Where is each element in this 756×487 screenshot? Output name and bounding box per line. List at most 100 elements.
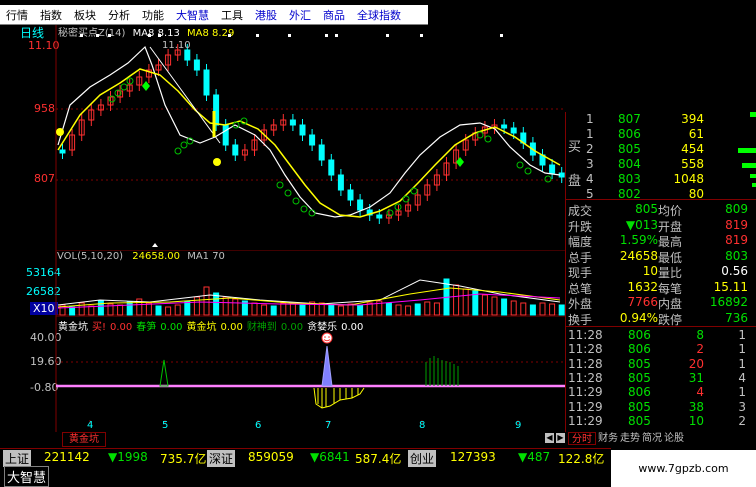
stat-value: 16892 <box>709 295 748 309</box>
watermark: www.7gpzb.com <box>611 450 756 487</box>
stat-label: 均价 <box>658 204 683 218</box>
tick-count: 1 <box>738 342 746 357</box>
tab-zoushi[interactable]: 走势 <box>620 432 640 445</box>
candle-body <box>510 127 517 134</box>
tick-count: 4 <box>738 370 746 385</box>
menu-item[interactable]: 港股 <box>249 7 283 23</box>
nav-arrows[interactable]: ◀ ▶ <box>545 433 565 444</box>
tick-time: 11:29 <box>568 385 603 400</box>
stats-row: 外盘 7766 内盘 16892 <box>566 295 756 311</box>
candle-body <box>309 134 316 146</box>
tick-row: 11:29 805 10 2 <box>566 414 756 428</box>
stat-label: 升跌 <box>568 219 593 234</box>
stat-value: 819 <box>725 233 748 247</box>
stat-value: 24658 <box>619 248 658 263</box>
candle-body <box>222 124 229 146</box>
stats-row: 换手 0.94% 跌停 736 <box>566 311 756 327</box>
smiley-icon <box>321 332 333 344</box>
tab-jiankuang[interactable]: 简况 <box>642 432 662 445</box>
menu-item[interactable]: 工具 <box>215 7 249 23</box>
volume-chart[interactable] <box>0 250 565 316</box>
order-book-row[interactable]: 2 805 454 <box>566 142 756 158</box>
nav-right-icon[interactable]: ▶ <box>556 433 565 443</box>
stat-label: 最低 <box>658 250 683 265</box>
menu-item[interactable]: 外汇 <box>283 7 317 23</box>
tick-price: 805 <box>628 356 651 371</box>
nav-left-icon[interactable]: ◀ <box>545 433 554 443</box>
tick-price: 805 <box>628 399 651 414</box>
volume-bar <box>385 302 392 316</box>
sz-amount: 587.4亿 <box>355 452 402 466</box>
stats-row: 现手 10 量比 0.56 <box>566 264 756 280</box>
tick-count: 1 <box>738 356 746 371</box>
sz-label[interactable]: 深证 <box>207 450 236 467</box>
tick-time: 11:29 <box>568 413 603 428</box>
tick-volume: 10 <box>688 413 704 428</box>
indicator-tab[interactable]: 黄金坑 <box>62 432 106 447</box>
menu-item[interactable]: 全球指数 <box>351 7 407 23</box>
candle-body <box>549 164 556 174</box>
menu-item[interactable]: 行情 <box>0 7 34 23</box>
tab-fenshi[interactable]: 分时 <box>568 432 596 445</box>
volume-bar <box>232 298 239 316</box>
volume-bar <box>539 302 546 316</box>
menu-item[interactable]: 板块 <box>68 7 102 23</box>
candle-body <box>289 119 296 126</box>
stat-value: ▼013 <box>625 217 658 232</box>
candle-body <box>347 189 354 201</box>
stat-label: 成交 <box>568 204 593 218</box>
menu-item[interactable]: 分析 <box>102 7 136 23</box>
cy-label[interactable]: 创业 <box>408 450 437 467</box>
candle-body <box>318 144 325 161</box>
menu-bar: 行情 指数 板块 分析 功能 大智慧 工具 港股 外汇 商品 全球指数 <box>0 5 428 24</box>
volume-bar <box>529 304 536 316</box>
menu-item[interactable]: 大智慧 <box>170 7 215 23</box>
sh-label[interactable]: 上证 <box>3 450 32 467</box>
tick-count: 2 <box>738 413 746 428</box>
volume-bar <box>549 303 556 316</box>
volume-bar <box>491 296 498 316</box>
menu-item[interactable]: 指数 <box>34 7 68 23</box>
tab-caiwu[interactable]: 财务 <box>598 432 618 445</box>
volume-bar <box>117 304 124 316</box>
bid-price: 804 <box>618 157 641 171</box>
volume-bar <box>347 303 354 316</box>
tick-time: 11:28 <box>568 356 603 371</box>
volume-bar <box>213 292 220 316</box>
order-book-row[interactable]: 5 802 80 <box>566 187 756 203</box>
tab-lungu[interactable]: 论股 <box>664 432 684 445</box>
candle-body <box>193 59 200 71</box>
yellow-dot-marker <box>56 128 64 136</box>
green-spike <box>159 359 169 387</box>
bid-volume: 1048 <box>673 172 704 186</box>
volume-bar <box>261 304 268 316</box>
bid-price: 805 <box>618 142 641 156</box>
oscillator-chart[interactable] <box>0 316 565 432</box>
tick-price: 806 <box>628 328 651 342</box>
level: 3 <box>586 157 594 171</box>
brand-label[interactable]: 大智慧 <box>4 466 50 487</box>
stat-label: 开盘 <box>658 219 683 234</box>
order-book-row[interactable]: 3 804 558 <box>566 157 756 173</box>
yellow-dot-marker <box>213 158 221 166</box>
stat-label: 幅度 <box>568 235 593 249</box>
diamond-marker <box>456 157 464 167</box>
green-circle-markers <box>108 77 552 217</box>
stat-label: 现手 <box>568 266 593 280</box>
price-chart[interactable] <box>0 25 565 250</box>
stats-row: 升跌 ▼013 开盘 819 <box>566 218 756 234</box>
bid-volume: 558 <box>681 157 704 171</box>
order-book-row[interactable]: 1 806 61 <box>566 127 756 143</box>
menu-item[interactable]: 功能 <box>136 7 170 23</box>
tick-count: 1 <box>738 385 746 400</box>
tick-price: 806 <box>628 385 651 400</box>
stat-label: 换手 <box>568 312 593 327</box>
menu-item[interactable]: 商品 <box>317 7 351 23</box>
candle-body <box>337 174 344 191</box>
stats-row: 成交 805 均价 809 <box>566 202 756 218</box>
order-book-row[interactable]: 1 807 394 <box>566 112 756 128</box>
order-book-row[interactable]: 4 803 1048 <box>566 172 756 188</box>
bid-volume: 394 <box>681 112 704 126</box>
cy-value: 127393 <box>450 450 496 464</box>
tick-time: 11:29 <box>568 399 603 414</box>
